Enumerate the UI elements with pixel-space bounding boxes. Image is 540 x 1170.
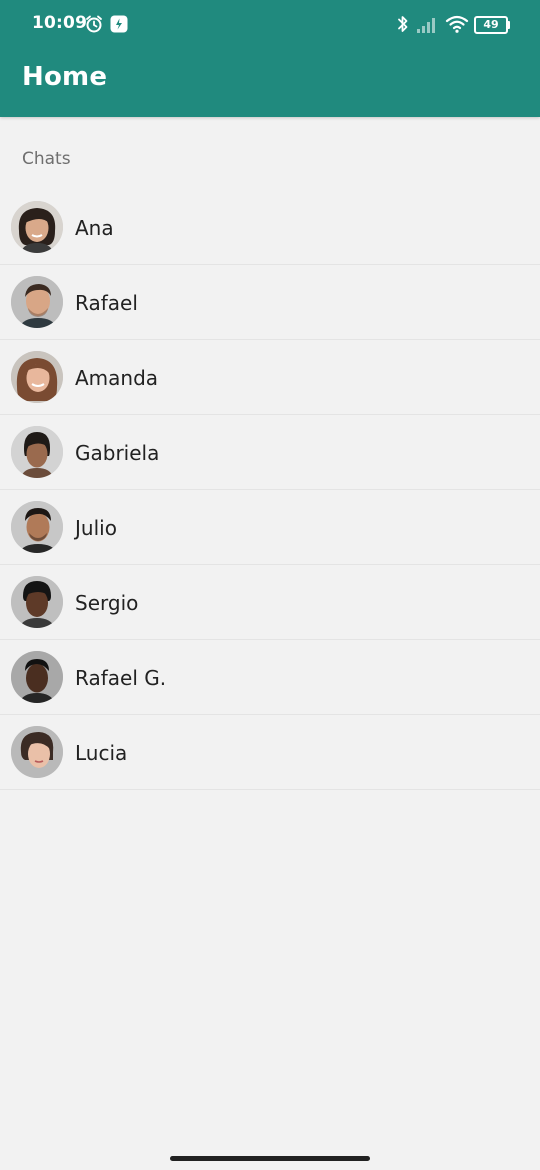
- status-time: 10:09: [32, 13, 88, 33]
- chat-item-rafael[interactable]: Rafael: [0, 265, 540, 340]
- avatar: [11, 351, 63, 403]
- chat-name: Ana: [75, 216, 114, 240]
- section-label-chats: Chats: [22, 149, 71, 169]
- wifi-icon: [445, 14, 469, 38]
- alarm-icon: [84, 14, 104, 38]
- signal-icon: [416, 16, 438, 38]
- home-screen: 10:09 49 Home Chats Ana Rafael Amanda Ga…: [0, 0, 540, 1170]
- avatar: [11, 651, 63, 703]
- bluetooth-icon: [396, 14, 410, 38]
- chat-item-rafael-g[interactable]: Rafael G.: [0, 640, 540, 715]
- chat-name: Rafael G.: [75, 666, 167, 690]
- chat-item-sergio[interactable]: Sergio: [0, 565, 540, 640]
- avatar: [11, 426, 63, 478]
- page-title: Home: [22, 62, 108, 92]
- chat-list: Ana Rafael Amanda Gabriela Julio Sergio …: [0, 190, 540, 790]
- battery-level: 49: [483, 18, 499, 31]
- chat-item-ana[interactable]: Ana: [0, 190, 540, 265]
- chat-item-gabriela[interactable]: Gabriela: [0, 415, 540, 490]
- gesture-navigation-bar[interactable]: [170, 1156, 370, 1161]
- battery-icon: 49: [474, 16, 510, 34]
- chat-name: Rafael: [75, 291, 138, 315]
- chat-item-julio[interactable]: Julio: [0, 490, 540, 565]
- chat-name: Sergio: [75, 591, 139, 615]
- app-header: 10:09 49 Home: [0, 0, 540, 117]
- avatar: [11, 276, 63, 328]
- avatar: [11, 201, 63, 253]
- notification-icon: [110, 15, 128, 37]
- chat-name: Lucia: [75, 741, 128, 765]
- avatar: [11, 501, 63, 553]
- chat-item-lucia[interactable]: Lucia: [0, 715, 540, 790]
- avatar: [11, 576, 63, 628]
- status-bar: 10:09 49: [0, 0, 540, 50]
- chat-item-amanda[interactable]: Amanda: [0, 340, 540, 415]
- chat-name: Gabriela: [75, 441, 160, 465]
- chat-name: Julio: [75, 516, 117, 540]
- avatar: [11, 726, 63, 778]
- chat-name: Amanda: [75, 366, 159, 390]
